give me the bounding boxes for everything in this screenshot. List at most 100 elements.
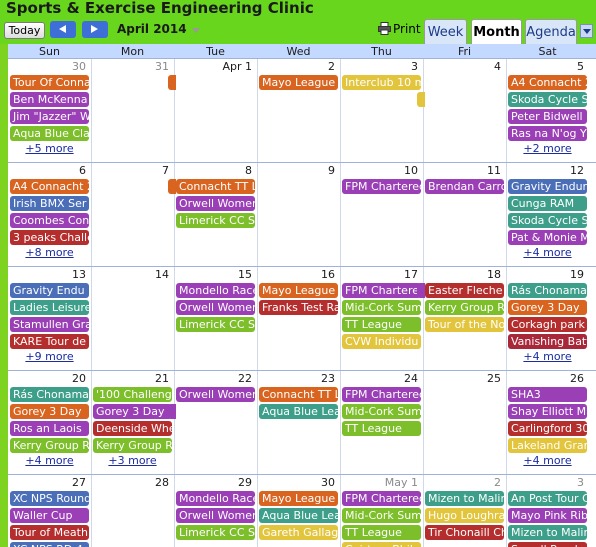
event-chip[interactable]: Lakeland Gran xyxy=(508,438,587,453)
day-number[interactable]: May 1 xyxy=(340,476,418,489)
previous-month-button[interactable] xyxy=(50,21,76,38)
print-button[interactable]: Print xyxy=(378,22,421,36)
event-chip[interactable]: CVW Individu xyxy=(342,334,421,349)
more-events-link[interactable]: +2 more xyxy=(506,142,589,155)
event-chip[interactable]: Mizen to Malin xyxy=(508,525,587,540)
event-chip[interactable]: Mayo Pink Rib xyxy=(508,508,587,523)
tab-week[interactable]: Week xyxy=(424,19,467,44)
day-number[interactable]: 11 xyxy=(423,164,501,177)
event-chip-continuation[interactable] xyxy=(417,92,425,107)
event-chip[interactable]: Mayo League xyxy=(259,491,338,506)
event-chip[interactable]: Tour Of Conna xyxy=(10,75,89,90)
event-chip[interactable]: Tour of Meath xyxy=(10,525,89,540)
day-number[interactable]: 22 xyxy=(174,372,252,385)
event-chip[interactable]: Waller Cup xyxy=(10,508,89,523)
event-chip[interactable]: Kerry Group R xyxy=(425,300,504,315)
day-number[interactable]: 9 xyxy=(257,164,335,177)
event-chip[interactable]: Peter Bidwell F xyxy=(508,109,587,124)
event-chip[interactable]: Aqua Blue Cla xyxy=(10,126,89,141)
day-number[interactable]: 23 xyxy=(257,372,335,385)
day-number[interactable]: 2 xyxy=(423,476,501,489)
event-chip[interactable]: Cuirt an Bhile xyxy=(342,542,421,547)
current-month-label[interactable]: April 2014 xyxy=(117,22,187,36)
more-events-link[interactable]: +3 more xyxy=(91,454,174,467)
event-chip[interactable]: XC NPS Round xyxy=(10,491,89,506)
event-chip[interactable]: Mizen to Malin xyxy=(425,491,504,506)
event-chip[interactable]: TT League xyxy=(342,317,421,332)
day-number[interactable]: 20 xyxy=(8,372,86,385)
event-chip[interactable]: Cunga RAM xyxy=(508,196,587,211)
event-chip[interactable]: Kerry Group R xyxy=(10,438,89,453)
event-chip[interactable]: Corkagh park xyxy=(508,317,587,332)
event-chip[interactable]: Vanishing Batt xyxy=(508,334,587,349)
event-chip[interactable]: Gorey 3 Day xyxy=(10,404,89,419)
event-chip[interactable]: FPM Chartered xyxy=(342,179,421,194)
event-chip[interactable]: TT League xyxy=(342,525,421,540)
event-chip[interactable]: Aqua Blue Lea xyxy=(259,508,338,523)
event-chip[interactable]: Orwell Womer xyxy=(176,387,255,402)
event-chip[interactable]: Mid-Cork Sum xyxy=(342,404,421,419)
event-chip[interactable]: SHA3 xyxy=(508,387,587,402)
day-number[interactable]: 4 xyxy=(423,60,501,73)
day-number[interactable]: 14 xyxy=(91,268,169,281)
event-chip[interactable]: Easter Fleche xyxy=(425,283,504,298)
day-number[interactable]: 6 xyxy=(8,164,86,177)
event-chip[interactable]: Franks Test Ra xyxy=(259,300,338,315)
event-chip[interactable]: Ben McKenna xyxy=(10,92,89,107)
event-chip[interactable]: Pat & Monie M xyxy=(508,230,587,245)
event-chip[interactable]: Sewell Ready xyxy=(508,542,587,547)
next-month-button[interactable] xyxy=(82,21,108,38)
event-chip[interactable]: Skoda Cycle S xyxy=(508,213,587,228)
day-number[interactable]: 26 xyxy=(506,372,584,385)
event-chip[interactable]: Tour of the No xyxy=(425,317,504,332)
event-chip[interactable]: Mondello Race xyxy=(176,283,255,298)
day-number[interactable]: 30 xyxy=(8,60,86,73)
event-chip[interactable]: Orwell Womer xyxy=(176,508,255,523)
day-number[interactable]: 5 xyxy=(506,60,584,73)
event-chip[interactable]: Mondello Race xyxy=(176,491,255,506)
tab-month[interactable]: Month xyxy=(471,19,522,44)
tab-agenda[interactable]: Agenda xyxy=(525,19,577,44)
event-chip[interactable]: Mayo League xyxy=(259,75,338,90)
event-chip[interactable]: Rás Chonama xyxy=(10,387,89,402)
event-chip[interactable]: Orwell Womer xyxy=(176,196,255,211)
event-chip[interactable]: FPM Chartered xyxy=(342,491,421,506)
view-menu-button[interactable] xyxy=(580,24,593,38)
month-dropdown-icon[interactable] xyxy=(192,28,200,33)
more-events-link[interactable]: +4 more xyxy=(506,454,589,467)
event-chip[interactable]: Orwell Womer xyxy=(176,300,255,315)
event-chip[interactable]: Gareth Gallag xyxy=(259,525,338,540)
event-chip[interactable]: Coombes Conn xyxy=(10,213,89,228)
event-chip[interactable]: Jim "Jazzer" W xyxy=(10,109,89,124)
day-number[interactable]: 16 xyxy=(257,268,335,281)
event-chip-continuation[interactable] xyxy=(168,404,176,419)
day-number[interactable]: 30 xyxy=(257,476,335,489)
day-number[interactable]: 27 xyxy=(8,476,86,489)
event-chip[interactable]: Limerick CC S xyxy=(176,525,255,540)
event-chip[interactable]: Interclub 10 m xyxy=(342,75,421,90)
event-chip[interactable]: Mid-Cork Sum xyxy=(342,300,421,315)
day-number[interactable]: 13 xyxy=(8,268,86,281)
event-chip[interactable]: Connacht TT L xyxy=(176,179,255,194)
event-chip-continuation[interactable] xyxy=(168,75,176,90)
more-events-link[interactable]: +5 more xyxy=(8,142,91,155)
event-chip[interactable]: Skoda Cycle S xyxy=(508,92,587,107)
event-chip[interactable]: Limerick CC S xyxy=(176,317,255,332)
event-chip[interactable]: A4 Connacht 2 xyxy=(10,179,89,194)
day-number[interactable]: 12 xyxy=(506,164,584,177)
event-chip[interactable]: Kerry Group R xyxy=(93,438,172,453)
more-events-link[interactable]: +8 more xyxy=(8,246,91,259)
day-number[interactable]: 18 xyxy=(423,268,501,281)
event-chip[interactable]: Stamullen Gra xyxy=(10,317,89,332)
more-events-link[interactable]: +4 more xyxy=(506,350,589,363)
event-chip[interactable]: An Post Tour C xyxy=(508,491,587,506)
today-button[interactable]: Today xyxy=(4,22,45,39)
event-chip[interactable]: Mid-Cork Sum xyxy=(342,508,421,523)
event-chip[interactable]: Irish BMX Ser xyxy=(10,196,89,211)
day-number[interactable]: 7 xyxy=(91,164,169,177)
event-chip[interactable]: Ladies Leisure xyxy=(10,300,89,315)
event-chip[interactable]: KARE Tour de xyxy=(10,334,89,349)
event-chip[interactable]: Hugo Loughra xyxy=(425,508,504,523)
more-events-link[interactable]: +4 more xyxy=(506,246,589,259)
event-chip[interactable]: Ras na N'og Y xyxy=(508,126,587,141)
